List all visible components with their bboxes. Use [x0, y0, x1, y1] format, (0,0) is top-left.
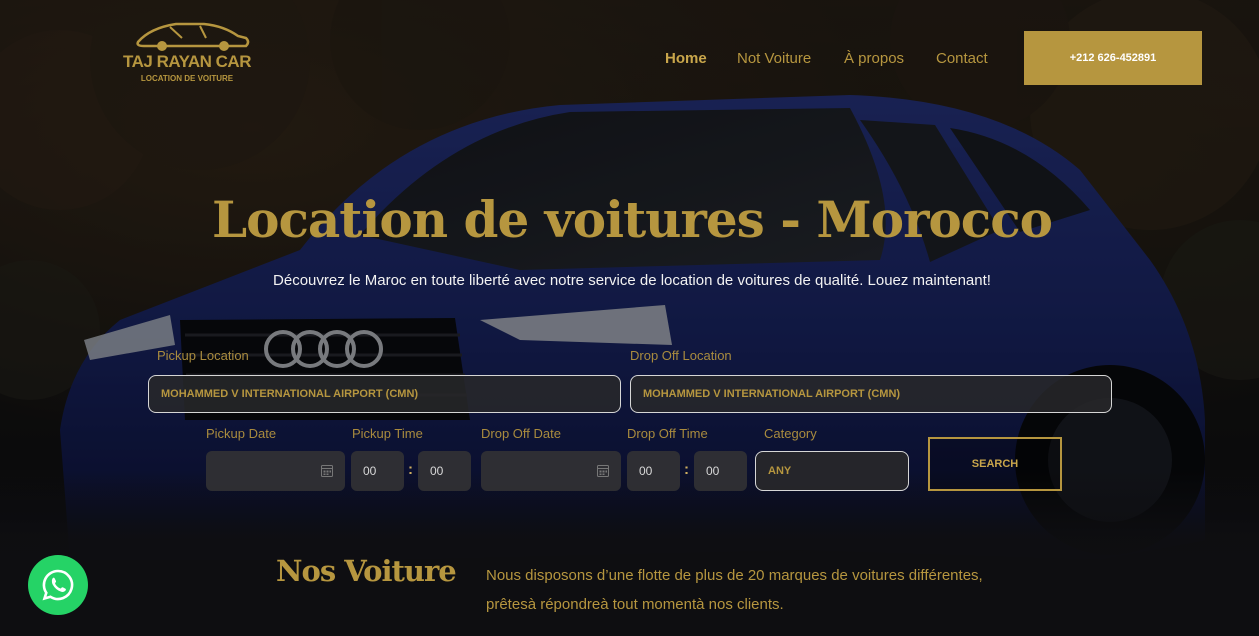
dropoff-date-label: Drop Off Date: [481, 426, 561, 441]
nav-item-contact[interactable]: Contact: [936, 50, 988, 67]
category-select[interactable]: ANY: [755, 451, 909, 491]
category-label: Category: [764, 426, 817, 441]
dropoff-time-label: Drop Off Time: [627, 426, 708, 441]
brand-tagline: LOCATION DE VOITURE: [140, 74, 234, 83]
pickup-location-select[interactable]: MOHAMMED V INTERNATIONAL AIRPORT (CMN): [148, 375, 621, 413]
nav-item-not-voiture[interactable]: Not Voiture: [737, 50, 811, 67]
dropoff-location-label: Drop Off Location: [630, 348, 732, 363]
time-separator: :: [408, 461, 413, 478]
search-button[interactable]: SEARCH: [928, 437, 1062, 491]
brand-name: TAJ RAYAN CAR: [123, 52, 251, 71]
section-title: Nos Voiture: [276, 554, 457, 588]
section-text: Nous disposons d’une flotte de plus de 2…: [486, 567, 983, 613]
calendar-icon: [321, 465, 333, 477]
brand-logo[interactable]: TAJ RAYAN CAR LOCATION DE VOITURE: [120, 18, 254, 88]
hero-title: Location de voitures - Morocco: [211, 190, 1053, 249]
whatsapp-icon: [42, 569, 74, 601]
pickup-time-label: Pickup Time: [352, 426, 423, 441]
hero-subtitle: Découvrez le Maroc en toute liberté avec…: [273, 272, 991, 289]
dropoff-minute-select[interactable]: 00: [694, 451, 747, 491]
hero-section: [0, 0, 1259, 636]
time-separator: :: [684, 461, 689, 478]
dropoff-location-select[interactable]: MOHAMMED V INTERNATIONAL AIRPORT (CMN): [630, 375, 1112, 413]
dropoff-date-field[interactable]: [481, 451, 621, 491]
pickup-date-label: Pickup Date: [206, 426, 277, 441]
dropoff-hour-select[interactable]: 00: [627, 451, 680, 491]
pickup-minute-select[interactable]: 00: [418, 451, 471, 491]
calendar-icon: [597, 465, 609, 477]
nav-item-home[interactable]: Home: [665, 50, 707, 67]
whatsapp-button[interactable]: [28, 555, 88, 615]
pickup-location-label: Pickup Location: [157, 348, 249, 363]
pickup-hour-select[interactable]: 00: [351, 451, 404, 491]
phone-button[interactable]: +212 626-452891: [1024, 31, 1202, 85]
pickup-date-field[interactable]: [206, 451, 345, 491]
car-silhouette-icon: [136, 22, 250, 51]
nav-item-a-propos[interactable]: À propos: [844, 50, 904, 67]
